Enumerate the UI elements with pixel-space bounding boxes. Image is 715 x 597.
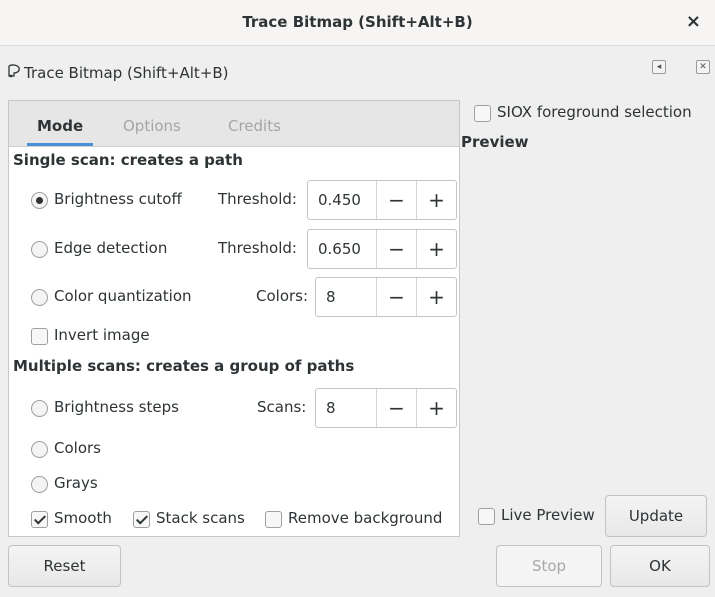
- iconify-icon[interactable]: ◂: [652, 60, 666, 74]
- live-preview-checkbox[interactable]: [478, 508, 495, 525]
- scans-count-value[interactable]: 8: [316, 389, 376, 427]
- grays-label: Grays: [54, 474, 98, 492]
- single-scan-heading: Single scan: creates a path: [13, 151, 243, 169]
- siox-label: SIOX foreground selection: [497, 103, 692, 121]
- dialog-body: Trace Bitmap (Shift+Alt+B) ◂ ✕ Mode Opti…: [0, 46, 715, 597]
- color-quantization-label: Color quantization: [54, 287, 192, 305]
- tab-options[interactable]: Options: [123, 117, 181, 135]
- scans-count-label: Scans:: [257, 398, 307, 416]
- close-icon[interactable]: ×: [686, 11, 701, 32]
- smooth-label: Smooth: [54, 509, 112, 527]
- preview-area: [461, 158, 707, 488]
- scans-count-spinbox[interactable]: 8 − +: [315, 388, 457, 428]
- dock-header: Trace Bitmap (Shift+Alt+B) ◂ ✕: [0, 46, 715, 92]
- brightness-cutoff-radio[interactable]: [31, 192, 48, 209]
- color-quantization-radio[interactable]: [31, 289, 48, 306]
- reset-button[interactable]: Reset: [8, 545, 121, 587]
- mode-panel: Mode Options Credits Single scan: create…: [8, 100, 460, 537]
- update-button[interactable]: Update: [605, 495, 707, 537]
- preview-heading: Preview: [461, 133, 529, 151]
- invert-image-checkbox[interactable]: [31, 328, 48, 345]
- brightness-threshold-spinbox[interactable]: 0.450 − +: [307, 180, 457, 220]
- window-title: Trace Bitmap (Shift+Alt+B): [242, 13, 473, 31]
- tab-credits[interactable]: Credits: [228, 117, 281, 135]
- remove-background-checkbox[interactable]: [265, 511, 282, 528]
- plus-button[interactable]: +: [416, 181, 456, 219]
- ok-button[interactable]: OK: [610, 545, 710, 587]
- edge-threshold-spinbox[interactable]: 0.650 − +: [307, 229, 457, 269]
- brightness-steps-radio[interactable]: [31, 400, 48, 417]
- minus-button[interactable]: −: [376, 230, 416, 268]
- invert-image-label: Invert image: [54, 326, 150, 344]
- edge-detection-label: Edge detection: [54, 239, 168, 257]
- brightness-steps-label: Brightness steps: [54, 398, 179, 416]
- stack-scans-checkbox[interactable]: [133, 511, 150, 528]
- live-preview-label: Live Preview: [501, 506, 595, 524]
- brightness-threshold-value[interactable]: 0.450: [308, 181, 376, 219]
- dock-title: Trace Bitmap (Shift+Alt+B): [24, 64, 229, 82]
- brightness-cutoff-label: Brightness cutoff: [54, 190, 182, 208]
- colors-count-spinbox[interactable]: 8 − +: [315, 277, 457, 317]
- colors-label: Colors: [54, 439, 101, 457]
- plus-button[interactable]: +: [416, 230, 456, 268]
- multiple-scans-heading: Multiple scans: creates a group of paths: [13, 357, 355, 375]
- colors-radio[interactable]: [31, 441, 48, 458]
- trace-bitmap-icon: [8, 64, 20, 78]
- edge-threshold-value[interactable]: 0.650: [308, 230, 376, 268]
- grays-radio[interactable]: [31, 476, 48, 493]
- tab-mode[interactable]: Mode: [37, 117, 83, 135]
- stack-scans-label: Stack scans: [156, 509, 245, 527]
- tab-bar: Mode Options Credits: [9, 101, 459, 147]
- active-tab-indicator: [27, 143, 93, 146]
- plus-button[interactable]: +: [416, 389, 456, 427]
- dock-close-icon[interactable]: ✕: [696, 60, 710, 74]
- remove-background-label: Remove background: [288, 509, 443, 527]
- plus-button[interactable]: +: [416, 278, 456, 316]
- edge-threshold-label: Threshold:: [218, 239, 297, 257]
- stop-button[interactable]: Stop: [496, 545, 602, 587]
- colors-count-label: Colors:: [256, 287, 309, 305]
- minus-button[interactable]: −: [376, 389, 416, 427]
- window-titlebar[interactable]: Trace Bitmap (Shift+Alt+B) ×: [0, 0, 715, 46]
- minus-button[interactable]: −: [376, 278, 416, 316]
- minus-button[interactable]: −: [376, 181, 416, 219]
- colors-count-value[interactable]: 8: [316, 278, 376, 316]
- edge-detection-radio[interactable]: [31, 241, 48, 258]
- siox-checkbox[interactable]: [474, 105, 491, 122]
- brightness-threshold-label: Threshold:: [218, 190, 297, 208]
- smooth-checkbox[interactable]: [31, 511, 48, 528]
